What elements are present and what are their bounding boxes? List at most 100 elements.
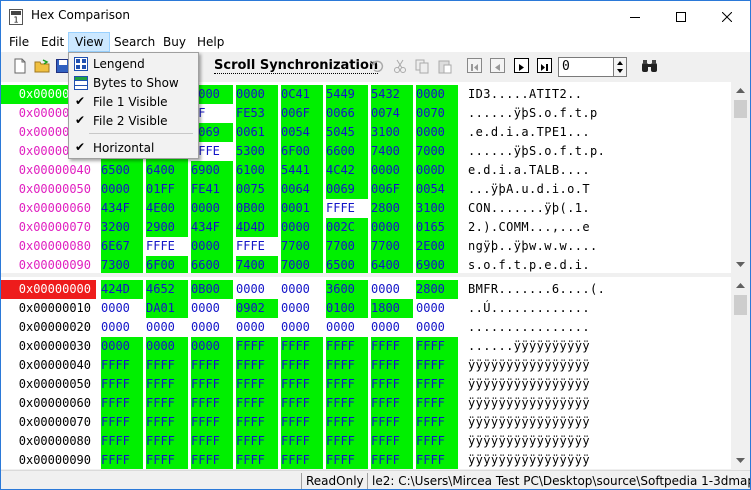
hex-cell[interactable]: FFFE	[326, 199, 368, 218]
ascii-text[interactable]: CON.......ÿþ(.1.	[468, 199, 590, 218]
hex-cell[interactable]: 3100	[416, 199, 458, 218]
hex-cell[interactable]: 01FF	[146, 180, 188, 199]
hex-cell[interactable]: 0000	[371, 318, 413, 337]
hex-cell[interactable]: 0064	[281, 180, 323, 199]
first-difference-button[interactable]	[467, 58, 482, 73]
hex-cell[interactable]: FFFF	[326, 394, 368, 413]
ascii-text[interactable]: .e.d.i.a.TPE1...	[468, 123, 590, 142]
hex-cell[interactable]: FFFF	[281, 394, 323, 413]
ascii-text[interactable]: BMFR.......6....(.	[468, 280, 605, 299]
view-menu-file2-visible[interactable]: ✔ File 2 Visible	[71, 112, 196, 131]
hex-cell[interactable]: FFFF	[416, 375, 458, 394]
ascii-text[interactable]: ÿÿÿÿÿÿÿÿÿÿÿÿÿÿÿÿ	[468, 375, 590, 394]
hex-cell[interactable]: FFFF	[101, 451, 143, 469]
hex-cell[interactable]: FFFF	[191, 394, 233, 413]
next-difference-button[interactable]	[514, 58, 529, 73]
hex-cell[interactable]: 6900	[191, 161, 233, 180]
hex-cell[interactable]: 5300	[236, 142, 278, 161]
menu-edit[interactable]: Edit	[35, 32, 70, 52]
menu-view[interactable]: View	[68, 32, 111, 52]
hex-cell[interactable]: 0000	[281, 318, 323, 337]
hex-cell[interactable]: FFFF	[281, 356, 323, 375]
hex-cell[interactable]: FFFF	[101, 432, 143, 451]
previous-difference-button[interactable]	[490, 58, 505, 73]
hex-cell[interactable]: 7400	[371, 142, 413, 161]
hex-cell[interactable]: FFFF	[101, 394, 143, 413]
hex-cell[interactable]: 7400	[236, 256, 278, 273]
hex-cell[interactable]: 0000	[281, 299, 323, 318]
hex-cell[interactable]: FFFF	[371, 413, 413, 432]
offset-input[interactable]: 0	[558, 57, 614, 77]
hex-cell[interactable]: 0000	[416, 85, 458, 104]
hex-cell[interactable]: 6600	[326, 142, 368, 161]
hex-cell[interactable]: 4C42	[326, 161, 368, 180]
hex-cell[interactable]: FFFF	[191, 356, 233, 375]
hex-cell[interactable]: 0000	[191, 299, 233, 318]
hex-cell[interactable]: 7700	[281, 237, 323, 256]
hex-cell[interactable]: FFFF	[236, 394, 278, 413]
hex-cell[interactable]: 006F	[281, 104, 323, 123]
hex-cell[interactable]: 0000	[281, 280, 323, 299]
hex-cell[interactable]: 1800	[371, 299, 413, 318]
hex-cell[interactable]: 0000	[326, 318, 368, 337]
hex-cell[interactable]: 0000	[416, 318, 458, 337]
hex-cell[interactable]: 6100	[236, 161, 278, 180]
menu-buy[interactable]: Buy	[157, 32, 192, 52]
hex-cell[interactable]: 6400	[371, 256, 413, 273]
ascii-text[interactable]: ÿÿÿÿÿÿÿÿÿÿÿÿÿÿÿÿ	[468, 394, 590, 413]
close-button[interactable]	[704, 1, 750, 32]
hex-cell[interactable]: 0000	[371, 280, 413, 299]
hex-cell[interactable]: FFFF	[146, 375, 188, 394]
hex-cell[interactable]: FFFF	[371, 337, 413, 356]
hex-cell[interactable]: 0000	[101, 318, 143, 337]
ascii-text[interactable]: ngÿþ..ÿþw.w.w....	[468, 237, 598, 256]
hex-cell[interactable]: 0000	[191, 237, 233, 256]
last-difference-button[interactable]	[537, 58, 552, 73]
hex-cell[interactable]: FFFF	[191, 375, 233, 394]
undo-icon[interactable]	[369, 58, 385, 74]
file2-scroll-thumb[interactable]	[734, 295, 747, 315]
hex-cell[interactable]: FFFF	[371, 451, 413, 469]
hex-cell[interactable]: FFFF	[326, 337, 368, 356]
hex-cell[interactable]: FFFF	[236, 356, 278, 375]
hex-cell[interactable]: 4652	[146, 280, 188, 299]
ascii-text[interactable]: ÿÿÿÿÿÿÿÿÿÿÿÿÿÿÿÿ	[468, 413, 590, 432]
ascii-text[interactable]: ......ÿþS.o.f.t.p.	[468, 142, 605, 161]
hex-cell[interactable]: 7300	[101, 256, 143, 273]
hex-cell[interactable]: FFFF	[281, 432, 323, 451]
hex-cell[interactable]: FFFF	[101, 375, 143, 394]
hex-cell[interactable]: 0000	[236, 85, 278, 104]
binoculars-icon[interactable]	[641, 58, 658, 74]
hex-cell[interactable]: 6400	[146, 161, 188, 180]
hex-cell[interactable]: 0100	[326, 299, 368, 318]
scroll-synchronization-button[interactable]: Scroll Synchronization	[214, 58, 379, 74]
hex-cell[interactable]: 0000	[416, 299, 458, 318]
hex-cell[interactable]: FFFF	[416, 337, 458, 356]
hex-cell[interactable]: 0902	[236, 299, 278, 318]
ascii-text[interactable]: ÿÿÿÿÿÿÿÿÿÿÿÿÿÿÿÿ	[468, 356, 590, 375]
hex-cell[interactable]: FFFF	[371, 394, 413, 413]
hex-cell[interactable]: FFFF	[326, 413, 368, 432]
hex-cell[interactable]: 0000	[146, 337, 188, 356]
hex-cell[interactable]: FFFF	[236, 337, 278, 356]
hex-cell[interactable]: FFFF	[146, 356, 188, 375]
ascii-text[interactable]: e.d.i.a.TALB....	[468, 161, 590, 180]
ascii-text[interactable]: ......ÿþS.o.f.t.p	[468, 104, 598, 123]
hex-cell[interactable]: 0000	[281, 218, 323, 237]
file2-hex-pane[interactable]: 0x00000000 424D 4652 0B00 0000 0000 3600 0000 28…	[1, 277, 750, 469]
menu-file[interactable]: File	[3, 32, 35, 52]
hex-cell[interactable]: 0165	[416, 218, 458, 237]
hex-cell[interactable]: 5045	[326, 123, 368, 142]
ascii-text[interactable]: s.o.f.t.p.e.d.i.	[468, 256, 590, 273]
hex-cell[interactable]: 6900	[416, 256, 458, 273]
hex-cell[interactable]: 0075	[236, 180, 278, 199]
hex-cell[interactable]: 7000	[281, 256, 323, 273]
file2-scrollbar[interactable]	[731, 277, 750, 469]
hex-cell[interactable]: 0000	[101, 180, 143, 199]
hex-cell[interactable]: FFFF	[326, 375, 368, 394]
hex-cell[interactable]: 424D	[101, 280, 143, 299]
hex-cell[interactable]: 6F00	[146, 256, 188, 273]
minimize-button[interactable]	[612, 1, 658, 32]
hex-cell[interactable]: 0054	[281, 123, 323, 142]
hex-cell[interactable]: FFFF	[416, 451, 458, 469]
